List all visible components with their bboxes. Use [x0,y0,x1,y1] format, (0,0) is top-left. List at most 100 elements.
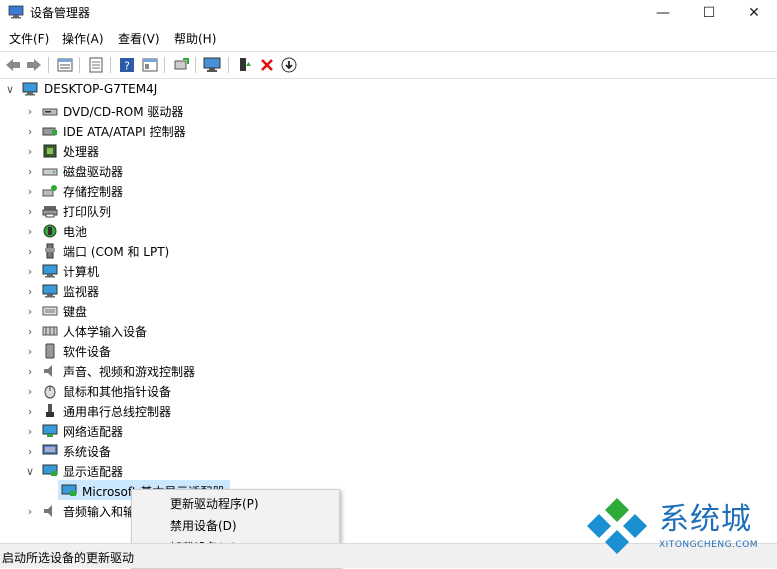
root-label: DESKTOP-G7TEM4J [44,82,158,96]
tree-category-display[interactable]: ∨ 显示适配器 [0,461,777,481]
chevron-right-icon[interactable]: › [24,205,36,218]
uninstall-icon[interactable] [258,56,276,74]
monitor-icon [42,283,58,299]
chevron-right-icon[interactable]: › [24,185,36,198]
view-icon[interactable] [141,56,159,74]
tree-category-keyboard[interactable]: › 键盘 [0,301,777,321]
display-adapter-icon [61,483,77,499]
close-button[interactable]: ✕ [731,0,777,25]
tree-category-storage[interactable]: › 存储控制器 [0,181,777,201]
watermark-logo-icon [587,498,647,554]
tree-category-label: 软件设备 [63,344,112,359]
tree-category-print-queue[interactable]: › 打印队列 [0,201,777,221]
tree-category-cpu[interactable]: › 处理器 [0,141,777,161]
tree-category-mouse[interactable]: › 鼠标和其他指针设备 [0,381,777,401]
scan-hardware-icon[interactable] [203,56,221,74]
tree-category-network[interactable]: › 网络适配器 [0,421,777,441]
tree-category-usb[interactable]: › 通用串行总线控制器 [0,401,777,421]
tree-category-label: 键盘 [63,304,88,319]
tree-category-label: 打印队列 [63,204,112,219]
dvd-icon [42,103,58,119]
watermark-site: XITONGCHENG.COM [659,540,759,550]
tree-category-sound[interactable]: › 声音、视频和游戏控制器 [0,361,777,381]
menu-bar: 文件(F) 操作(A) 查看(V) 帮助(H) [0,27,777,49]
ctx-update-driver[interactable]: 更新驱动程序(P) [170,495,259,512]
tree-category-label: 监视器 [63,284,100,299]
update-driver-icon[interactable] [172,56,190,74]
tree-category-dvd[interactable]: › DVD/CD-ROM 驱动器 [0,101,777,121]
chevron-right-icon[interactable]: › [24,405,36,418]
storage-icon [42,183,58,199]
tree-category-battery[interactable]: › 电池 [0,221,777,241]
software-icon [42,343,58,359]
chevron-right-icon[interactable]: › [24,125,36,138]
chevron-right-icon[interactable]: › [24,225,36,238]
display-icon [42,463,58,479]
chevron-right-icon[interactable]: › [24,245,36,258]
toolbar-separator [195,57,196,73]
tree-category-monitor[interactable]: › 监视器 [0,281,777,301]
minimize-button[interactable]: — [640,0,686,25]
tree-category-ports[interactable]: › 端口 (COM 和 LPT) [0,241,777,261]
menu-action[interactable]: 操作(A) [62,30,104,47]
tree-category-label: 网络适配器 [63,424,124,439]
enable-device-icon[interactable] [236,56,254,74]
toolbar-separator [79,57,80,73]
chevron-right-icon[interactable]: › [24,285,36,298]
menu-file[interactable]: 文件(F) [9,30,49,47]
watermark: 系统城 XITONGCHENG.COM [585,492,777,556]
chevron-right-icon[interactable]: › [24,385,36,398]
tree-root[interactable]: ∨ DESKTOP-G7TEM4J [0,79,777,99]
disk-icon [42,163,58,179]
tree-category-disk[interactable]: › 磁盘驱动器 [0,161,777,181]
menu-view[interactable]: 查看(V) [118,30,160,47]
chevron-down-icon[interactable]: ∨ [4,83,16,96]
chevron-right-icon[interactable]: › [24,165,36,178]
toolbar-separator [164,57,165,73]
tree-category-system[interactable]: › 系统设备 [0,441,777,461]
computer-icon [42,263,58,279]
computer-icon [22,81,38,97]
chevron-right-icon[interactable]: › [24,345,36,358]
mouse-icon [42,383,58,399]
back-icon[interactable] [4,56,22,74]
ctx-disable-device[interactable]: 禁用设备(D) [170,517,237,534]
status-text: 启动所选设备的更新驱动 [2,551,135,565]
tree-category-hid[interactable]: › 人体学输入设备 [0,321,777,341]
tree-category-software[interactable]: › 软件设备 [0,341,777,361]
print-queue-icon [42,203,58,219]
network-icon [42,423,58,439]
forward-icon[interactable] [25,56,43,74]
chevron-right-icon[interactable]: › [24,265,36,278]
chevron-right-icon[interactable]: › [24,305,36,318]
tree-category-label: 系统设备 [63,444,112,459]
chevron-right-icon[interactable]: › [24,365,36,378]
toolbar-separator [110,57,111,73]
download-icon[interactable] [280,56,298,74]
show-hidden-icon[interactable] [87,56,105,74]
help-icon[interactable]: ? [118,56,136,74]
chevron-right-icon[interactable]: › [24,505,36,518]
chevron-right-icon[interactable]: › [24,425,36,438]
window-title: 设备管理器 [30,6,91,20]
chevron-right-icon[interactable]: › [24,145,36,158]
toolbar-separator [48,57,49,73]
svg-text:?: ? [124,60,130,73]
menu-help[interactable]: 帮助(H) [174,30,216,47]
tree-category-ide[interactable]: › IDE ATA/ATAPI 控制器 [0,121,777,141]
device-tree: ∨ DESKTOP-G7TEM4J › DVD/CD-ROM 驱动器 › IDE ATA/… [0,79,777,543]
maximize-button[interactable]: ☐ [686,0,732,25]
tree-category-label: 声音、视频和游戏控制器 [63,364,196,379]
chevron-right-icon[interactable]: › [24,325,36,338]
tree-category-label: 端口 (COM 和 LPT) [63,244,170,259]
chevron-right-icon[interactable]: › [24,105,36,118]
hid-icon [42,323,58,339]
chevron-right-icon[interactable]: › [24,445,36,458]
chevron-down-icon[interactable]: ∨ [24,465,36,478]
tree-category-computer[interactable]: › 计算机 [0,261,777,281]
tree-category-label: DVD/CD-ROM 驱动器 [63,104,184,119]
battery-icon [42,223,58,239]
properties-icon[interactable] [56,56,74,74]
tree-category-label: 磁盘驱动器 [63,164,124,179]
usb-icon [42,403,58,419]
